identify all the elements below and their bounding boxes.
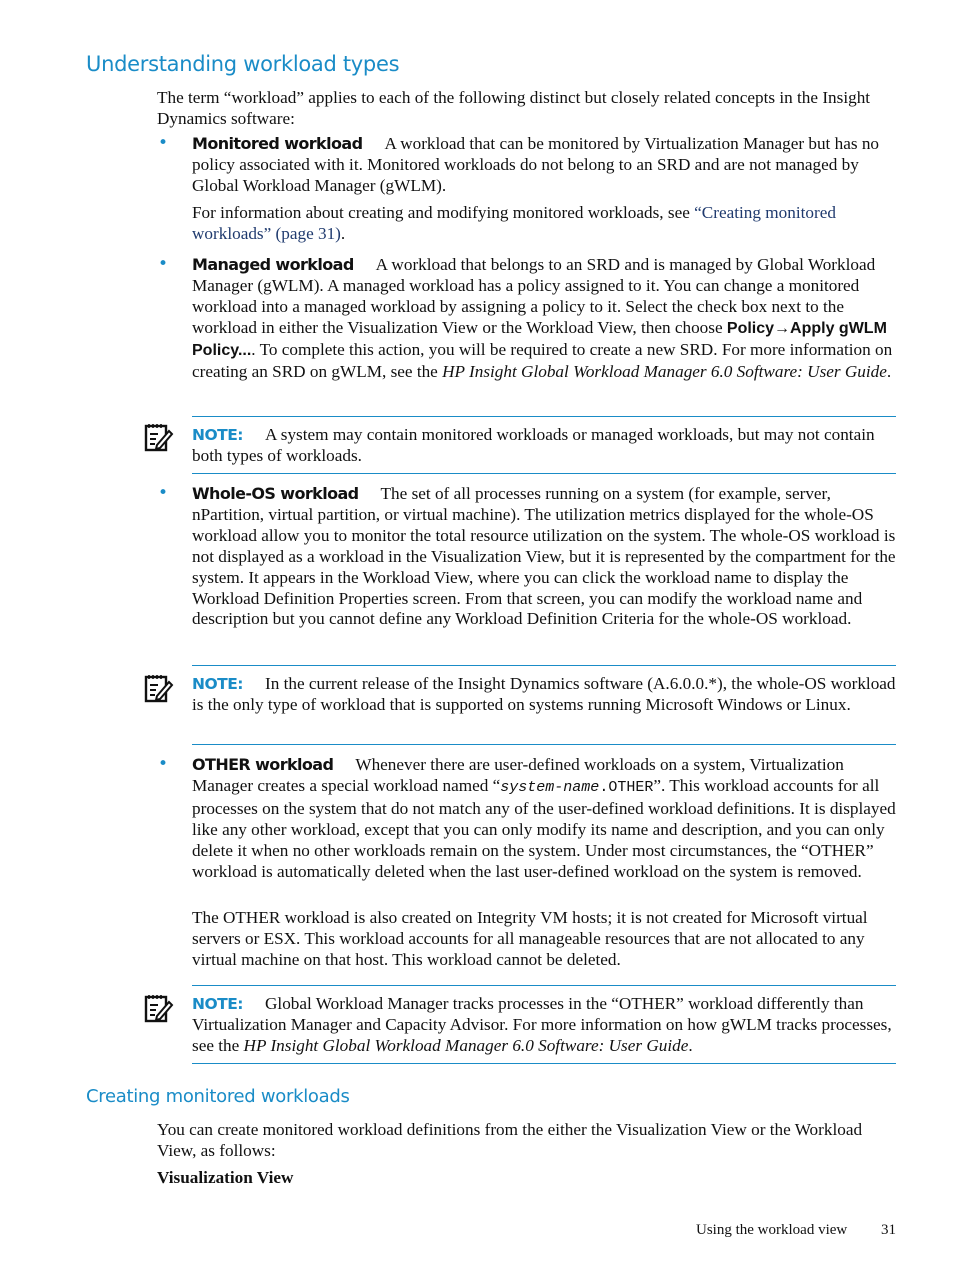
section-title: Understanding workload types — [86, 52, 400, 76]
list-item-whole-os: Whole-OS workload The set of all processe… — [192, 484, 900, 630]
note-rule-top — [192, 985, 896, 986]
term-monitored: Monitored workload — [192, 134, 363, 153]
extra-suffix: . — [340, 223, 346, 243]
note-text: . — [688, 1035, 693, 1055]
monitored-extra-paragraph: For information about creating and modif… — [192, 203, 900, 245]
note-label: NOTE: — [192, 675, 244, 693]
note-pencil-icon — [144, 995, 174, 1023]
note-rule-bottom — [192, 1063, 896, 1064]
list-item-other: OTHER workload Whenever there are user-de… — [192, 755, 900, 882]
reference-title: HP Insight Global Workload Manager 6.0 S… — [243, 1035, 689, 1055]
note-2: NOTE: In the current release of the Insig… — [192, 674, 900, 716]
bullet-icon: • — [158, 483, 169, 503]
note-3: NOTE: Global Workload Manager tracks proc… — [192, 994, 900, 1057]
item-text: . — [886, 361, 892, 381]
footer-chapter: Using the workload view — [696, 1222, 848, 1238]
reference-title: HP Insight Global Workload Manager 6.0 S… — [442, 361, 887, 381]
bullet-icon: • — [158, 754, 169, 774]
note-rule-top — [192, 416, 896, 417]
note-rule-bottom — [192, 473, 896, 474]
creating-intro: You can create monitored workload defini… — [157, 1120, 863, 1160]
code-system-name: system-name — [500, 778, 600, 796]
note-rule-bottom — [192, 744, 896, 745]
item-text: The set of all processes running on a sy… — [192, 484, 896, 629]
section-title-creating: Creating monitored workloads — [86, 1086, 350, 1107]
note-label: NOTE: — [192, 426, 244, 444]
list-item-monitored: Monitored workload A workload that can be… — [192, 134, 900, 197]
term-whole-os: Whole-OS workload — [192, 484, 359, 503]
code-other: .OTHER — [599, 778, 654, 796]
bullet-icon: • — [158, 254, 169, 274]
term-other: OTHER workload — [192, 755, 334, 774]
note-pencil-icon — [144, 424, 174, 452]
subheading-visualization-view: Visualization View — [157, 1168, 294, 1187]
other-extra-paragraph: The OTHER workload is also created on In… — [192, 908, 868, 969]
note-rule-top — [192, 665, 896, 666]
page-number: 31 — [881, 1222, 896, 1238]
bullet-icon: • — [158, 133, 169, 153]
intro-paragraph: The term “workload” applies to each of t… — [157, 88, 871, 128]
note-label: NOTE: — [192, 995, 244, 1013]
note-text: In the current release of the Insight Dy… — [192, 674, 896, 714]
note-1: NOTE: A system may contain monitored work… — [192, 425, 900, 467]
term-managed: Managed workload — [192, 255, 354, 274]
note-text: A system may contain monitored workloads… — [192, 425, 875, 465]
note-pencil-icon — [144, 675, 174, 703]
list-item-managed: Managed workload A workload that belongs … — [192, 255, 900, 382]
extra-text: For information about creating and modif… — [192, 203, 695, 222]
